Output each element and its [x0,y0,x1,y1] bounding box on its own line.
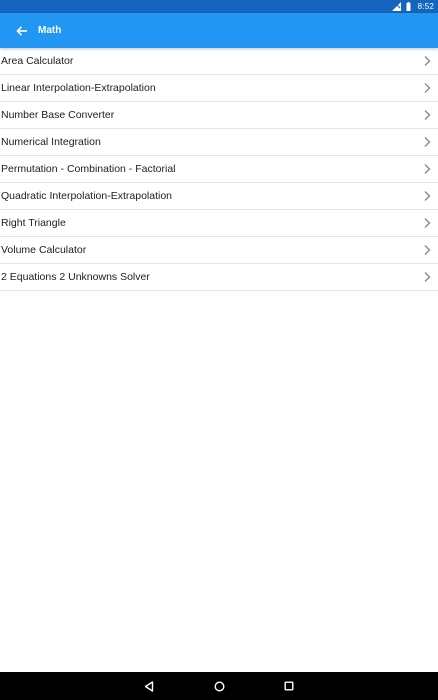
battery-icon [405,2,414,11]
list-item-label: Right Triangle [1,217,66,229]
list-item-area-calculator[interactable]: Area Calculator [0,48,438,75]
list-item-quadratic-interpolation[interactable]: Quadratic Interpolation-Extrapolation [0,183,438,210]
list-item-label: Number Base Converter [1,109,115,121]
list-item-number-base-converter[interactable]: Number Base Converter [0,102,438,129]
list-item-label: Area Calculator [1,55,74,67]
chevron-right-icon [422,162,432,176]
list-item-label: Volume Calculator [1,244,87,256]
screen: 8:52 Math Area Calculator Linear Interpo… [0,0,438,700]
list-item-label: 2 Equations 2 Unknowns Solver [1,271,150,283]
home-circle-icon[interactable] [213,680,225,692]
chevron-right-icon [422,81,432,95]
system-nav-bar [0,672,438,700]
list-item-label: Linear Interpolation-Extrapolation [1,82,156,94]
chevron-right-icon [422,54,432,68]
chevron-right-icon [422,135,432,149]
list-item-linear-interpolation[interactable]: Linear Interpolation-Extrapolation [0,75,438,102]
status-bar: 8:52 [0,0,438,13]
list-item-numerical-integration[interactable]: Numerical Integration [0,129,438,156]
chevron-right-icon [422,270,432,284]
chevron-right-icon [422,189,432,203]
list-item-right-triangle[interactable]: Right Triangle [0,210,438,237]
page-title: Math [38,25,62,36]
back-triangle-icon[interactable] [143,680,155,692]
list-item-label: Permutation - Combination - Factorial [1,163,176,175]
back-arrow-icon[interactable] [14,23,30,39]
list-item-label: Numerical Integration [1,136,101,148]
list-item-equations-solver[interactable]: 2 Equations 2 Unknowns Solver [0,264,438,291]
chevron-right-icon [422,108,432,122]
list-item-volume-calculator[interactable]: Volume Calculator [0,237,438,264]
chevron-right-icon [422,216,432,230]
signal-icon [391,2,401,11]
list-item-label: Quadratic Interpolation-Extrapolation [1,190,173,202]
recents-square-icon[interactable] [283,680,295,692]
app-bar: Math [0,13,438,48]
chevron-right-icon [422,243,432,257]
list-item-permutation-combination-factorial[interactable]: Permutation - Combination - Factorial [0,156,438,183]
math-tools-list: Area Calculator Linear Interpolation-Ext… [0,48,438,291]
clock-time: 8:52 [417,2,434,11]
